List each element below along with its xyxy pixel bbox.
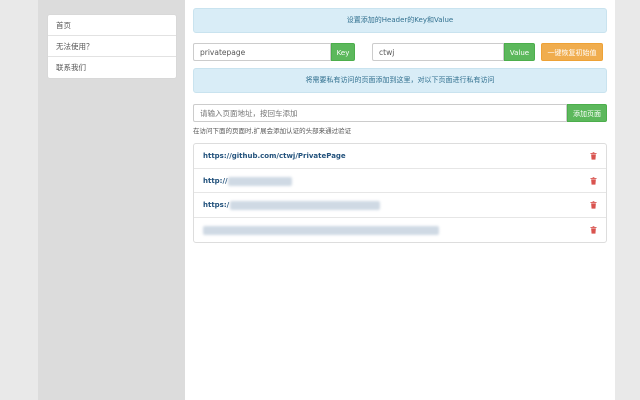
add-page-button[interactable]: 添加页面 [567,104,607,122]
header-value-input[interactable] [372,43,504,61]
list-item: http:// [194,169,606,193]
page-url-link[interactable]: http:// [203,177,228,185]
redacted-url [203,225,439,235]
left-gutter [0,0,38,400]
private-pages-list: https://github.com/ctwj/PrivatePage http… [193,143,607,243]
auth-header-hint: 在访问下面的页面时,扩展会添加认证的头部来通过验证 [193,127,352,135]
key-button[interactable]: Key [331,43,355,61]
sidebar-nav: 首页 无法使用？ 联系我们 [47,14,177,79]
reset-defaults-button[interactable]: 一键恢复初始值 [541,43,603,61]
sidebar-item-home[interactable]: 首页 [48,15,176,36]
page-url-input[interactable] [193,104,567,122]
list-item: https://github.com/ctwj/PrivatePage [194,144,606,169]
header-key-input[interactable] [193,43,331,61]
list-item: https:/ [194,193,606,218]
sidebar-item-contact[interactable]: 联系我们 [48,57,176,78]
redacted-url [228,176,292,186]
trash-icon[interactable] [590,176,597,185]
list-item [194,218,606,243]
redacted-url [230,201,380,210]
sidebar-item-troubleshoot[interactable]: 无法使用？ [48,36,176,57]
trash-icon[interactable] [590,225,597,234]
header-settings-alert: 设置添加的Header的Key和Value [193,8,607,33]
trash-icon[interactable] [590,152,597,160]
right-gutter [615,0,640,400]
page-url-link[interactable]: https:/ [203,201,229,209]
private-pages-info-alert: 将需要私有访问的页面添加到这里，对以下页面进行私有访问 [193,68,607,93]
value-button[interactable]: Value [504,43,535,61]
trash-icon[interactable] [590,201,597,209]
page-url-link[interactable]: https://github.com/ctwj/PrivatePage [203,152,346,160]
